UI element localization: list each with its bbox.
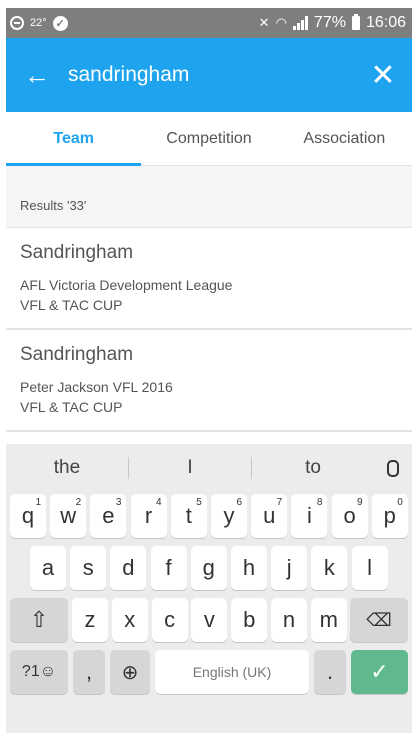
app-screen: 22° ✓ ✕ ◠ 77% 16:06 ← sandringham ✕ Team… <box>6 8 412 733</box>
key-hint: 2 <box>75 497 82 508</box>
key-hint: 8 <box>316 497 323 508</box>
status-bar: 22° ✓ ✕ ◠ 77% 16:06 <box>6 8 412 38</box>
signal-icon <box>292 16 308 30</box>
key-e[interactable]: e3 <box>90 494 127 538</box>
result-item[interactable]: Sandringham AFL Victoria Development Lea… <box>6 228 412 330</box>
tab-competition[interactable]: Competition <box>141 112 276 165</box>
key-v[interactable]: v <box>191 598 228 642</box>
key-label: w <box>60 503 77 528</box>
temperature: 22° <box>30 17 47 29</box>
back-arrow-icon[interactable]: ← <box>6 60 68 91</box>
key-label: r <box>144 503 153 528</box>
tab-association[interactable]: Association <box>277 112 412 165</box>
key-j[interactable]: j <box>271 546 308 590</box>
key-r[interactable]: r4 <box>130 494 167 538</box>
key-q[interactable]: q1 <box>10 494 46 538</box>
results-count: Results '33' <box>6 184 412 228</box>
result-competition: Peter Jackson VFL 2016 <box>20 379 173 395</box>
keyboard: the I to q1w2e3r4t5y6u7i8o9p0 asdfghjkl … <box>6 444 412 733</box>
key-label: i <box>306 503 312 528</box>
enter-check-icon[interactable]: ✓ <box>351 650 408 694</box>
key-hint: 5 <box>196 497 202 508</box>
key-s[interactable]: s <box>70 546 107 590</box>
suggestion-bar: the I to <box>6 444 412 492</box>
key-label: u <box>263 503 276 528</box>
key-w[interactable]: w2 <box>50 494 87 538</box>
comma-key[interactable]: , <box>73 650 105 694</box>
clock: 16:06 <box>365 14 406 31</box>
key-row-4: ?1☺ , ⊕ English (UK) . ✓ <box>6 650 412 702</box>
result-name: Sandringham <box>20 344 134 365</box>
key-label: y <box>223 503 235 528</box>
key-o[interactable]: o9 <box>331 494 368 538</box>
suggestion[interactable]: the <box>6 457 128 479</box>
key-p[interactable]: p0 <box>371 494 408 538</box>
key-label: p <box>383 503 396 528</box>
key-label: e <box>102 503 115 528</box>
key-y[interactable]: y6 <box>211 494 247 538</box>
key-label: o <box>343 503 356 528</box>
result-name: Sandringham <box>20 242 134 263</box>
key-row-3: ⇧ ⌫ zxcvbnm <box>6 598 412 650</box>
battery-icon <box>351 14 360 30</box>
key-b[interactable]: b <box>231 598 268 642</box>
key-f[interactable]: f <box>150 546 187 590</box>
key-n[interactable]: n <box>271 598 307 642</box>
key-g[interactable]: g <box>190 546 227 590</box>
suggestion[interactable]: I <box>129 457 251 479</box>
key-hint: 0 <box>397 497 403 508</box>
key-l[interactable]: l <box>351 546 388 590</box>
key-row-2: asdfghjkl <box>6 546 412 598</box>
search-input[interactable]: sandringham <box>68 63 354 87</box>
period-key[interactable]: . <box>314 650 346 694</box>
key-k[interactable]: k <box>311 546 348 590</box>
microphone-icon[interactable] <box>374 459 412 477</box>
key-c[interactable]: c <box>151 598 188 642</box>
mute-vibrate-icon: ✕ <box>258 15 270 30</box>
key-a[interactable]: a <box>30 546 66 590</box>
key-u[interactable]: u7 <box>251 494 288 538</box>
tab-bar: Team Competition Association <box>6 112 412 166</box>
space-key[interactable]: English (UK) <box>155 650 309 694</box>
result-association: VFL & TAC CUP <box>20 399 123 415</box>
close-icon[interactable]: ✕ <box>354 58 412 93</box>
key-label: q <box>21 503 35 528</box>
key-d[interactable]: d <box>110 546 147 590</box>
check-badge-icon: ✓ <box>52 15 68 31</box>
key-hint: 9 <box>357 497 363 508</box>
key-label: t <box>185 503 192 528</box>
result-item[interactable]: Sandringham Peter Jackson VFL 2016 VFL &… <box>6 330 412 432</box>
key-t[interactable]: t5 <box>170 494 207 538</box>
tab-team[interactable]: Team <box>6 112 142 166</box>
key-i[interactable]: i8 <box>291 494 328 538</box>
key-hint: 4 <box>156 497 162 508</box>
symbols-key[interactable]: ?1☺ <box>10 650 68 694</box>
result-competition: AFL Victoria Development League <box>20 277 233 293</box>
key-hint: 6 <box>236 497 242 508</box>
wifi-icon: ◠ <box>275 15 287 30</box>
key-hint: 7 <box>276 497 283 508</box>
result-association: VFL & TAC CUP <box>20 297 123 313</box>
key-m[interactable]: m <box>310 598 347 642</box>
backspace-key-icon[interactable]: ⌫ <box>350 598 408 642</box>
key-z[interactable]: z <box>72 598 108 642</box>
battery-percent: 77% <box>313 14 346 31</box>
key-h[interactable]: h <box>231 546 267 590</box>
shift-key-icon[interactable]: ⇧ <box>10 598 68 642</box>
suggestion[interactable]: to <box>252 457 374 479</box>
globe-icon[interactable]: ⊕ <box>110 650 150 694</box>
key-x[interactable]: x <box>111 598 148 642</box>
key-hint: 3 <box>115 497 122 508</box>
search-bar: ← sandringham ✕ <box>6 38 412 112</box>
do-not-disturb-icon <box>10 16 24 30</box>
key-row-1: q1w2e3r4t5y6u7i8o9p0 <box>6 494 412 546</box>
spacer <box>6 166 412 184</box>
key-hint: 1 <box>35 497 41 508</box>
